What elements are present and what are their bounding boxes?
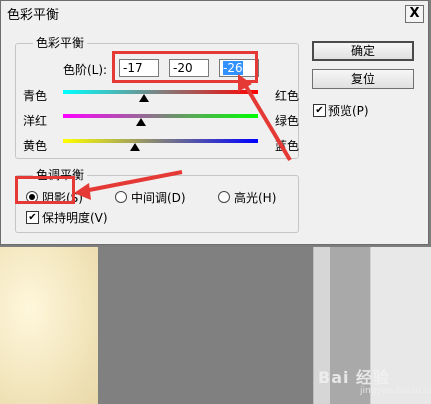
arrow-head-shadows xyxy=(74,183,91,200)
annotation-arrows xyxy=(74,74,292,200)
arrow-to-shadows xyxy=(83,170,183,193)
arrow-to-levels xyxy=(242,81,292,162)
